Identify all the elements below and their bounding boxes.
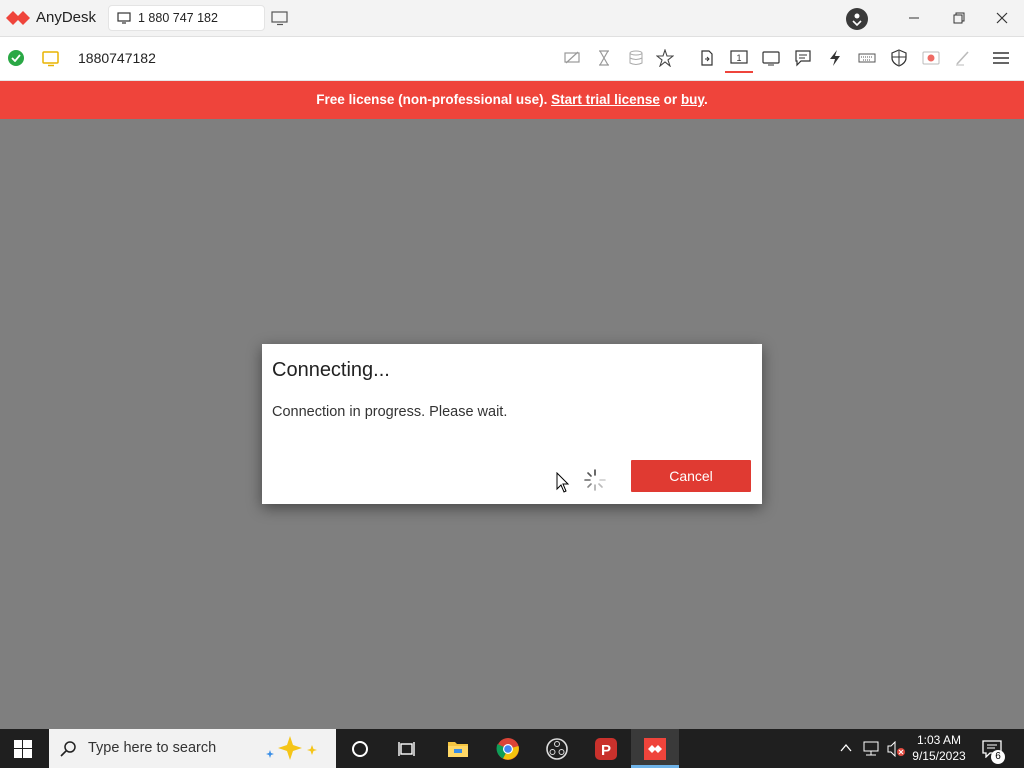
app-name: AnyDesk: [36, 9, 97, 26]
tab-label: 1 880 747 182: [138, 11, 218, 25]
lightning-icon[interactable]: [826, 49, 844, 67]
new-tab-icon[interactable]: [271, 10, 289, 26]
minimize-icon[interactable]: [906, 10, 922, 26]
pen-icon[interactable]: [954, 49, 972, 67]
svg-text:1: 1: [736, 53, 741, 63]
anydesk-taskbar-icon[interactable]: [643, 737, 667, 761]
restore-icon[interactable]: [951, 10, 967, 26]
monitor-icon: [117, 12, 131, 24]
svg-text:P: P: [601, 742, 611, 759]
mouse-cursor-icon: [556, 472, 570, 493]
license-banner: Free license (non-professional use). Sta…: [0, 81, 1024, 119]
chat-icon[interactable]: [794, 49, 812, 67]
network-icon[interactable]: [862, 741, 880, 757]
cortana-icon[interactable]: [348, 737, 372, 761]
connecting-dialog: Connecting... Connection in progress. Pl…: [262, 344, 762, 504]
star-icon[interactable]: [656, 49, 674, 67]
account-icon[interactable]: [846, 8, 868, 30]
explorer-icon[interactable]: [446, 737, 470, 761]
menu-icon[interactable]: [992, 49, 1010, 67]
keyboard-icon[interactable]: [858, 49, 876, 67]
start-trial-link[interactable]: Start trial license: [551, 92, 660, 107]
connection-ok-icon: [8, 50, 24, 66]
system-clock[interactable]: 1:03 AM 9/15/2023: [907, 732, 971, 764]
taskbar-search[interactable]: Type here to search: [49, 729, 336, 768]
banner-suffix: .: [703, 92, 708, 107]
tab-connection[interactable]: 1 880 747 182: [108, 5, 265, 31]
loading-spinner-icon: [584, 469, 606, 491]
clock-date: 9/15/2023: [912, 749, 966, 763]
dialog-message: Connection in progress. Please wait.: [272, 404, 508, 420]
banner-or: or: [659, 92, 681, 107]
monitor-1-icon[interactable]: 1: [730, 49, 748, 67]
hide-screen-icon[interactable]: [563, 49, 581, 67]
clock-time: 1:03 AM: [916, 733, 962, 747]
session-toolbar: 1880747182 1: [0, 37, 1024, 81]
close-icon[interactable]: [994, 10, 1010, 26]
monitor-icon: [42, 51, 59, 67]
banner-text: Free license (non-professional use).: [316, 92, 552, 107]
taskbar: Type here to search P 1:03 AM 9/15/2023 …: [0, 729, 1024, 768]
search-icon: [60, 741, 76, 757]
file-transfer-icon[interactable]: [698, 49, 716, 67]
title-bar: AnyDesk 1 880 747 182: [0, 0, 1024, 37]
search-placeholder: Type here to search: [88, 740, 217, 756]
sparkle-icon: [266, 736, 317, 760]
psiphon-icon[interactable]: P: [594, 737, 618, 761]
hourglass-icon[interactable]: [595, 49, 613, 67]
anydesk-logo-icon: [6, 11, 30, 25]
address-display: 1880747182: [78, 50, 156, 66]
database-icon[interactable]: [627, 49, 645, 67]
chevron-up-icon[interactable]: [839, 741, 853, 755]
buy-link[interactable]: buy: [681, 92, 704, 107]
display-icon[interactable]: [762, 49, 780, 67]
obs-icon[interactable]: [545, 737, 569, 761]
task-view-icon[interactable]: [396, 737, 420, 761]
notification-badge: 6: [991, 750, 1005, 764]
volume-muted-icon[interactable]: [886, 741, 906, 757]
shield-icon[interactable]: [890, 49, 908, 67]
dialog-title: Connecting...: [272, 359, 390, 381]
record-icon[interactable]: [922, 49, 940, 67]
cancel-button[interactable]: Cancel: [631, 460, 751, 492]
chrome-icon[interactable]: [496, 737, 520, 761]
windows-start-icon[interactable]: [14, 740, 32, 758]
active-indicator: [725, 71, 753, 73]
